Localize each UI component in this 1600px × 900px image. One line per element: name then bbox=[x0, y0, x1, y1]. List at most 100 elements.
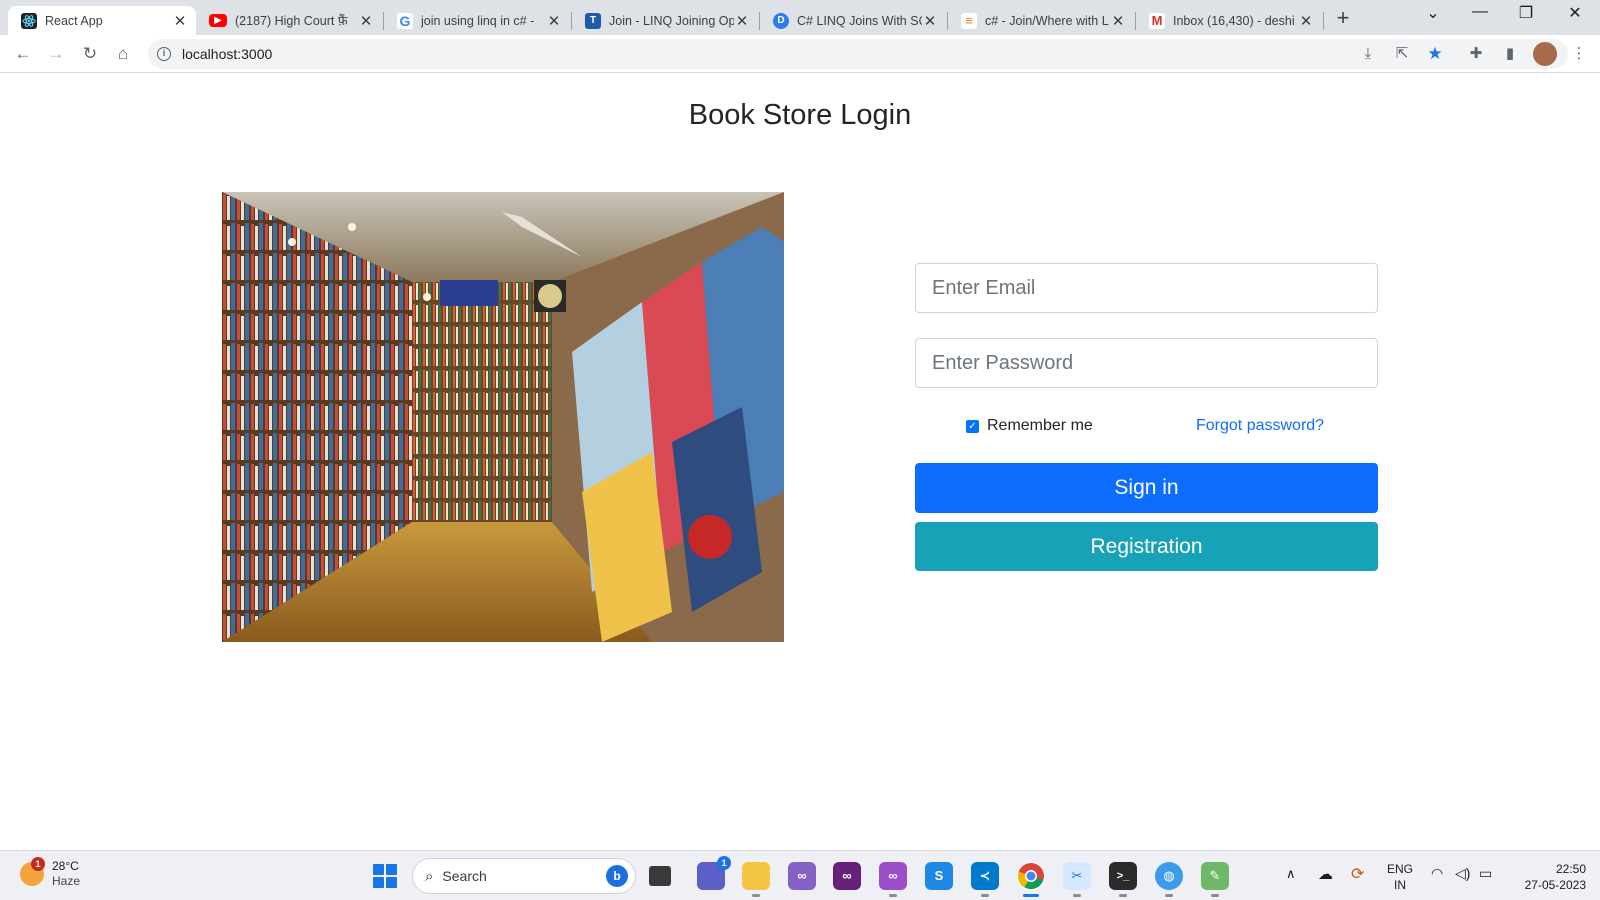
close-icon[interactable]: ✕ bbox=[546, 12, 562, 30]
tab-youtube[interactable]: ▶ (2187) High Court फ़ैं ✕ bbox=[196, 6, 382, 35]
url-text: localhost:3000 bbox=[182, 46, 273, 62]
onedrive-icon[interactable]: ☁ bbox=[1318, 865, 1333, 883]
reload-button[interactable]: ↻ bbox=[78, 42, 102, 66]
bookmark-star-icon[interactable]: ★ bbox=[1425, 44, 1445, 64]
windows-taskbar: 1 28°C Haze ⌕ Search b 1 ∞ ∞ ∞ S ≺ ✂ >_ … bbox=[0, 850, 1600, 900]
new-tab-button[interactable]: + bbox=[1330, 6, 1356, 32]
more-menu-icon[interactable]: ⋮ bbox=[1569, 44, 1589, 64]
extensions-icon[interactable]: ✚ bbox=[1466, 44, 1486, 64]
react-icon bbox=[21, 12, 37, 29]
paint-icon[interactable]: ✎ bbox=[1201, 862, 1229, 897]
visual-studio-icon[interactable]: ∞ bbox=[788, 862, 816, 890]
close-icon[interactable]: ✕ bbox=[1110, 12, 1126, 30]
tab-google-search[interactable]: G join using linq in c# - ✕ bbox=[384, 6, 570, 35]
home-button[interactable]: ⌂ bbox=[111, 42, 135, 66]
minimize-button[interactable]: — bbox=[1457, 3, 1503, 21]
window-close-button[interactable]: ✕ bbox=[1552, 3, 1598, 23]
weather-sun-icon: 1 bbox=[20, 857, 45, 886]
language-indicator[interactable]: ENG IN bbox=[1387, 861, 1413, 893]
region-code: IN bbox=[1394, 878, 1406, 892]
weather-badge: 1 bbox=[31, 857, 45, 871]
site-info-icon[interactable]: i bbox=[157, 47, 171, 61]
tab-title: c# - Join/Where with L bbox=[985, 13, 1109, 28]
tab-gmail[interactable]: M Inbox (16,430) - deshi ✕ bbox=[1136, 6, 1322, 35]
file-explorer-icon[interactable] bbox=[742, 862, 770, 897]
sign-in-button[interactable]: Sign in bbox=[915, 463, 1378, 513]
terminal-icon[interactable]: >_ bbox=[1109, 862, 1137, 897]
browser-tab-strip: React App ✕ ▶ (2187) High Court फ़ैं ✕ G… bbox=[0, 0, 1600, 35]
windows-logo-tile bbox=[386, 864, 397, 875]
sync-icon[interactable]: ⟳ bbox=[1351, 864, 1364, 884]
clock-date: 27-05-2023 bbox=[1524, 878, 1586, 892]
network-globe-icon[interactable]: ◍ bbox=[1155, 862, 1183, 897]
restore-button[interactable]: ❐ bbox=[1503, 3, 1549, 23]
chrome-icon[interactable] bbox=[1017, 862, 1045, 897]
tab-linq-joins[interactable]: D C# LINQ Joins With SQ ✕ bbox=[760, 6, 946, 35]
visual-studio-preview-icon[interactable]: ∞ bbox=[879, 862, 907, 897]
remember-me-label: Remember me bbox=[987, 417, 1093, 434]
clock-time: 22:50 bbox=[1555, 862, 1586, 876]
ssms-icon[interactable]: S bbox=[925, 862, 953, 890]
close-icon[interactable]: ✕ bbox=[1298, 12, 1314, 30]
taskbar-search[interactable]: ⌕ Search b bbox=[412, 858, 636, 894]
battery-icon[interactable]: ▭ bbox=[1479, 865, 1492, 882]
windows-logo-tile bbox=[386, 877, 397, 888]
close-icon[interactable]: ✕ bbox=[922, 12, 938, 30]
tutorialsteacher-icon: T bbox=[585, 12, 601, 29]
back-button[interactable]: ← bbox=[11, 42, 35, 66]
address-bar[interactable]: i localhost:3000 bbox=[148, 39, 1568, 69]
tab-search-icon[interactable]: ⌄ bbox=[1410, 3, 1456, 23]
tray-overflow-icon[interactable]: ∧ bbox=[1286, 866, 1296, 882]
tab-title: Inbox (16,430) - deshi bbox=[1173, 13, 1295, 28]
tab-title: (2187) High Court फ़ैं bbox=[235, 14, 348, 28]
close-icon[interactable]: ✕ bbox=[172, 12, 188, 30]
weather-desc: Haze bbox=[52, 874, 81, 888]
tab-react-app[interactable]: React App ✕ bbox=[8, 6, 196, 35]
chat-badge: 1 bbox=[717, 856, 731, 870]
weather-temp: 28°C bbox=[52, 859, 79, 873]
install-app-icon[interactable]: ⤓ bbox=[1358, 44, 1378, 64]
password-input[interactable] bbox=[915, 338, 1378, 388]
docs-icon: D bbox=[773, 12, 789, 29]
vscode-icon[interactable]: ≺ bbox=[971, 862, 999, 897]
forgot-password-link[interactable]: Forgot password? bbox=[1196, 417, 1324, 435]
tab-tutorialsteacher[interactable]: T Join - LINQ Joining Op ✕ bbox=[572, 6, 758, 35]
wifi-icon[interactable]: ◠ bbox=[1431, 865, 1443, 882]
windows-logo-tile bbox=[373, 864, 384, 875]
start-button[interactable] bbox=[373, 864, 397, 888]
share-icon[interactable]: ⇱ bbox=[1392, 44, 1412, 64]
teams-chat-icon[interactable]: 1 bbox=[697, 856, 731, 890]
remember-me-row[interactable]: ✓ Remember me bbox=[966, 417, 1093, 435]
email-input[interactable] bbox=[915, 263, 1378, 313]
page-title: Book Store Login bbox=[688, 99, 912, 131]
youtube-icon: ▶ bbox=[209, 14, 227, 27]
volume-icon[interactable]: ◁) bbox=[1455, 865, 1470, 882]
google-icon: G bbox=[397, 12, 413, 29]
forward-button[interactable]: → bbox=[44, 42, 68, 66]
tab-title: Join - LINQ Joining Op bbox=[609, 13, 734, 28]
profile-avatar[interactable] bbox=[1533, 42, 1557, 66]
task-view-icon[interactable] bbox=[649, 866, 671, 886]
tab-title: React App bbox=[45, 13, 103, 28]
search-icon: ⌕ bbox=[425, 867, 434, 885]
gmail-icon: M bbox=[1149, 12, 1165, 29]
visual-studio-icon[interactable]: ∞ bbox=[833, 862, 861, 890]
tab-stackoverflow[interactable]: ≡ c# - Join/Where with L ✕ bbox=[948, 6, 1134, 35]
snipping-tool-icon[interactable]: ✂ bbox=[1063, 862, 1091, 897]
windows-logo-tile bbox=[373, 877, 384, 888]
taskbar-search-label: Search bbox=[442, 868, 487, 884]
weather-widget[interactable]: 1 28°C Haze bbox=[20, 857, 81, 889]
bing-icon[interactable]: b bbox=[606, 865, 628, 887]
stackoverflow-icon: ≡ bbox=[961, 12, 977, 29]
close-icon[interactable]: ✕ bbox=[358, 12, 374, 30]
close-icon[interactable]: ✕ bbox=[734, 12, 750, 30]
remember-me-checkbox[interactable]: ✓ bbox=[966, 419, 979, 433]
tab-title: join using linq in c# - bbox=[421, 13, 535, 28]
registration-button[interactable]: Registration bbox=[915, 522, 1378, 571]
language-code: ENG bbox=[1387, 862, 1414, 876]
tab-separator bbox=[1323, 12, 1324, 30]
bookstore-image bbox=[222, 192, 784, 642]
browser-toolbar: ← → ↻ ⌂ i localhost:3000 ⤓ ⇱ ★ ✚ ▮ ⋮ bbox=[0, 35, 1600, 73]
side-panel-icon[interactable]: ▮ bbox=[1500, 44, 1520, 64]
system-clock[interactable]: 22:50 27-05-2023 bbox=[1506, 861, 1586, 893]
